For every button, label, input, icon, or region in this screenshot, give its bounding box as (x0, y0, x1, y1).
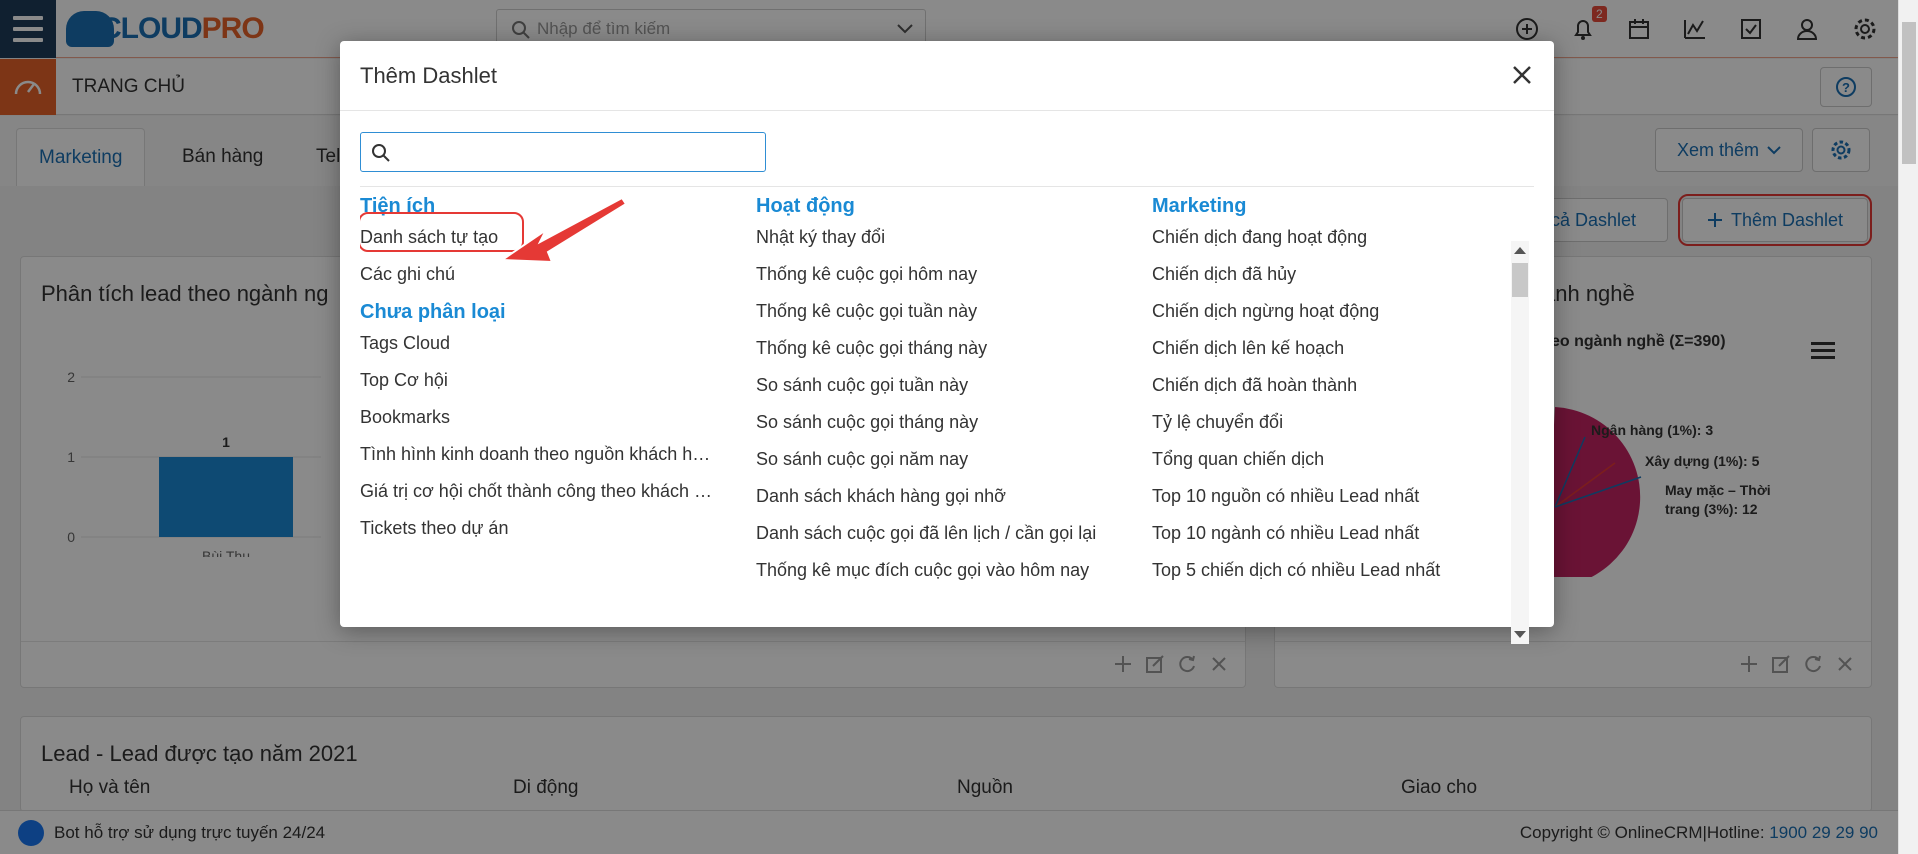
dashlet-item[interactable]: Chiến dịch đã hủy (1152, 256, 1512, 293)
scroll-down-icon[interactable] (1514, 631, 1526, 638)
dashlet-item[interactable]: Tỷ lệ chuyển đổi (1152, 404, 1512, 441)
section-heading-hoat-dong: Hoạt động (756, 195, 855, 217)
dashlet-item[interactable]: Top 10 nguồn có nhiều Lead nhất (1152, 478, 1512, 515)
dashlet-item[interactable]: So sánh cuộc gọi năm nay (756, 441, 1116, 478)
dashlet-item[interactable]: Bookmarks (360, 399, 720, 436)
dashlet-item[interactable]: Chiến dịch ngừng hoạt động (1152, 293, 1512, 330)
dashlet-list-scrollbar[interactable] (1511, 241, 1529, 644)
dashlet-item[interactable]: Tickets theo dự án (360, 510, 720, 547)
dashlet-item[interactable]: Danh sách cuộc gọi đã lên lịch / cần gọi… (756, 515, 1116, 552)
dashlet-item[interactable]: Chiến dịch đã hoàn thành (1152, 367, 1512, 404)
dashlet-item[interactable]: Top Cơ hội (360, 362, 720, 399)
scroll-thumb[interactable] (1512, 263, 1528, 297)
dashlet-item[interactable]: So sánh cuộc gọi tuần này (756, 367, 1116, 404)
dialog-title: Thêm Dashlet (360, 63, 497, 88)
dashlet-search-input[interactable] (360, 132, 766, 172)
annotation-arrow-icon (500, 196, 628, 264)
dashlet-item[interactable]: Thống kê cuộc gọi hôm nay (756, 256, 1116, 293)
dashlet-item[interactable]: So sánh cuộc gọi tháng này (756, 404, 1116, 441)
dashlet-item[interactable]: Thống kê mục đích cuộc gọi vào hôm nay (756, 552, 1116, 589)
section-heading-marketing: Marketing (1152, 195, 1247, 217)
dashlet-item[interactable]: Chiến dịch đang hoạt động (1152, 219, 1512, 256)
dashlet-item[interactable]: Thống kê cuộc gọi tuần này (756, 293, 1116, 330)
divider (360, 186, 1534, 187)
dashlet-column-3: Marketing Chiến dịch đang hoạt động Chiế… (1152, 193, 1514, 589)
search-icon (372, 144, 390, 162)
dashlet-item[interactable]: Chiến dịch lên kế hoạch (1152, 330, 1512, 367)
close-icon[interactable] (1508, 61, 1536, 89)
dialog-header: Thêm Dashlet (340, 41, 1554, 111)
dashlet-item[interactable]: Tags Cloud (360, 325, 720, 362)
section-heading-chua-phan-loai: Chưa phân loại (360, 301, 506, 323)
scroll-up-icon[interactable] (1514, 247, 1526, 254)
add-dashlet-dialog: Thêm Dashlet Tiện ích Danh sách tự tạo C… (340, 41, 1554, 644)
dashlet-item[interactable]: Danh sách khách hàng gọi nhỡ (756, 478, 1116, 515)
dashlet-item[interactable]: Tình hình kinh doanh theo nguồn khách hà… (360, 436, 720, 473)
dashlet-item[interactable]: Giá trị cơ hội chốt thành công theo khác… (360, 473, 720, 510)
dashlet-column-2: Hoạt động Nhật ký thay đổi Thống kê cuộc… (756, 193, 1136, 589)
dashlet-item[interactable]: Nhật ký thay đổi (756, 219, 1116, 256)
dashlet-item[interactable]: Thống kê cuộc gọi tháng này (756, 330, 1116, 367)
dashlet-item[interactable]: Top 10 ngành có nhiều Lead nhất (1152, 515, 1512, 552)
dashlet-item[interactable]: Top 5 chiến dịch có nhiều Lead nhất (1152, 552, 1512, 589)
page-scrollbar[interactable] (1898, 0, 1918, 854)
dashlet-item[interactable]: Tổng quan chiến dịch (1152, 441, 1512, 478)
